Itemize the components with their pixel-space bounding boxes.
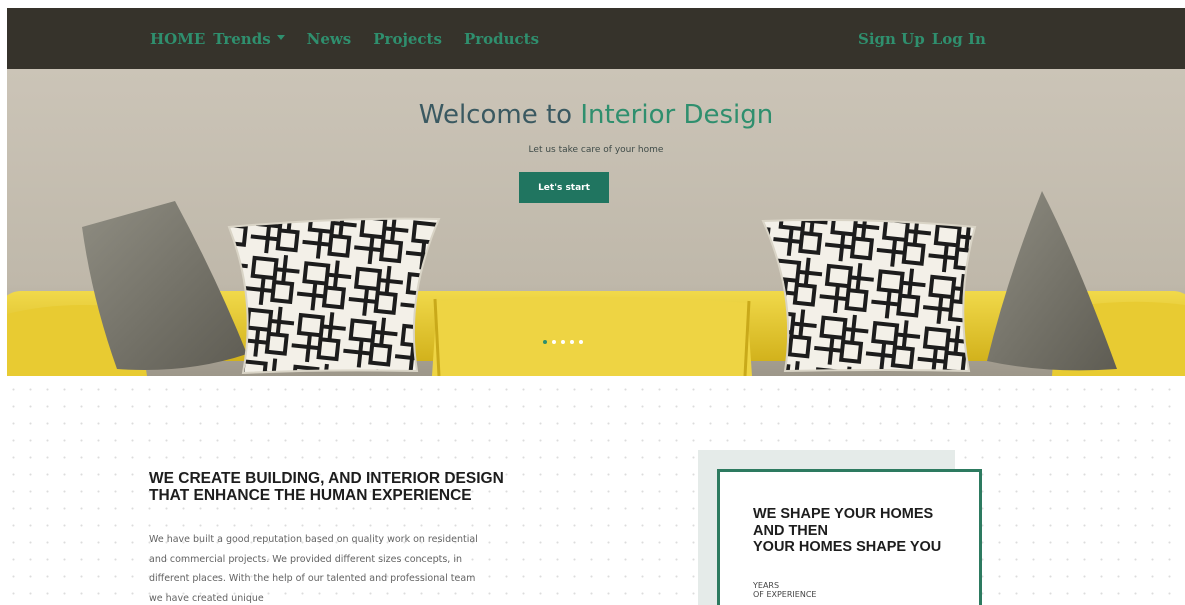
nav-products-link[interactable]: Products bbox=[464, 30, 539, 48]
nav-home-link[interactable]: HOME bbox=[150, 30, 205, 48]
carousel-indicators bbox=[543, 340, 588, 344]
hero-title: Welcome to Interior Design bbox=[7, 100, 1185, 130]
about-heading-line-1: WE CREATE BUILDING, AND INTERIOR DESIGN bbox=[149, 470, 504, 487]
hero-subtitle: Let us take care of your home bbox=[528, 145, 664, 155]
carousel-dot-3[interactable] bbox=[561, 340, 565, 344]
nav-trends-label: Trends bbox=[213, 29, 271, 48]
hero-title-prefix: Welcome to bbox=[418, 100, 573, 130]
caption-line-2: OF EXPERIENCE bbox=[753, 590, 817, 599]
hero-title-accent: Interior Design bbox=[580, 100, 774, 130]
carousel-dot-2[interactable] bbox=[552, 340, 556, 344]
lets-start-button[interactable]: Let's start bbox=[519, 172, 609, 203]
carousel-dot-5[interactable] bbox=[579, 340, 583, 344]
about-paragraph: We have built a good reputation based on… bbox=[149, 534, 478, 604]
nav-menu: HOME Trends News Projects Products bbox=[150, 8, 561, 69]
caption-line-1: YEARS bbox=[753, 581, 780, 590]
about-heading: WE CREATE BUILDING, AND INTERIOR DESIGN … bbox=[149, 470, 509, 504]
carousel-dot-1[interactable] bbox=[543, 340, 547, 344]
carousel-dot-4[interactable] bbox=[570, 340, 574, 344]
nav-news-link[interactable]: News bbox=[307, 30, 352, 48]
experience-card-heading: WE SHAPE YOUR HOMES AND THEN YOUR HOMES … bbox=[753, 506, 968, 556]
auth-links: Sign Up Log In bbox=[858, 8, 993, 69]
experience-card: WE SHAPE YOUR HOMES AND THEN YOUR HOMES … bbox=[717, 469, 982, 605]
about-heading-line-2: THAT ENHANCE THE HUMAN EXPERIENCE bbox=[149, 487, 472, 504]
years-of-experience-caption: YEARS OF EXPERIENCE bbox=[753, 581, 816, 599]
nav-projects-link[interactable]: Projects bbox=[373, 30, 442, 48]
log-in-link[interactable]: Log In bbox=[932, 30, 986, 48]
caret-down-icon bbox=[276, 35, 285, 40]
about-section: WE CREATE BUILDING, AND INTERIOR DESIGN … bbox=[0, 376, 1185, 605]
page: HOME Trends News Projects Products Sign … bbox=[0, 0, 1185, 605]
experience-heading-line-3: YOUR HOMES SHAPE YOU bbox=[753, 539, 942, 555]
nav-trends-dropdown[interactable]: Trends bbox=[213, 29, 285, 48]
experience-heading-line-2: AND THEN bbox=[753, 522, 828, 539]
top-navbar: HOME Trends News Projects Products Sign … bbox=[7, 8, 1185, 69]
experience-heading-line-1: WE SHAPE YOUR HOMES bbox=[753, 506, 934, 522]
sign-up-link[interactable]: Sign Up bbox=[858, 30, 925, 48]
hero-carousel: Welcome to Interior Design Let us take c… bbox=[7, 69, 1185, 376]
